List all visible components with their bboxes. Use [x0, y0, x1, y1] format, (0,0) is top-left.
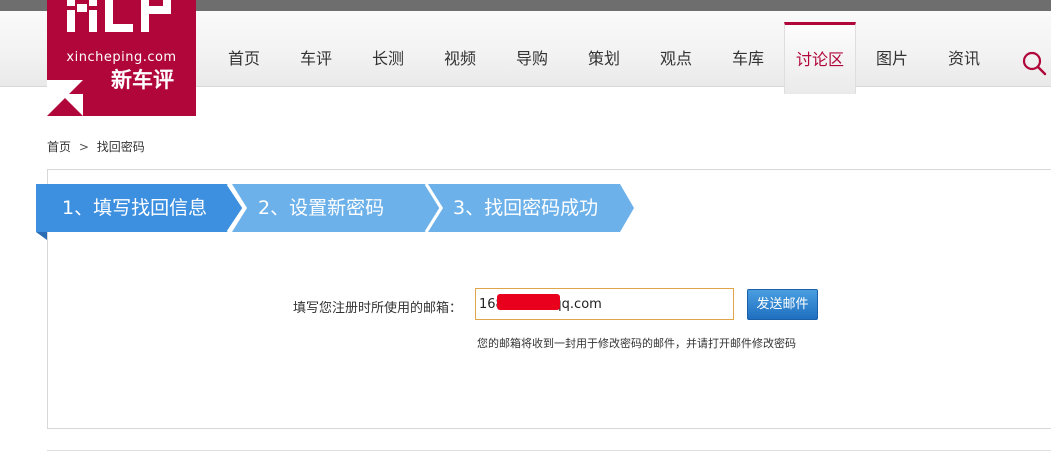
nav-item-10[interactable]: 资讯	[928, 22, 1000, 97]
nav-item-9[interactable]: 图片	[856, 22, 928, 97]
breadcrumb-separator: >	[78, 140, 89, 154]
nav-item-3[interactable]: 视频	[424, 22, 496, 97]
step-3-label: 3、找回密码成功	[453, 197, 599, 219]
nav-item-7[interactable]: 车库	[712, 22, 784, 97]
logo-name: 新车评	[111, 68, 174, 92]
nav-item-0[interactable]: 首页	[208, 22, 280, 97]
nav-item-5[interactable]: 策划	[568, 22, 640, 97]
search-icon[interactable]	[1021, 50, 1047, 76]
site-logo[interactable]: xincheping.com 新车评	[47, 0, 196, 116]
nav-item-1[interactable]: 车评	[280, 22, 352, 97]
logo-domain: xincheping.com	[66, 50, 177, 65]
step-1-fold	[36, 232, 47, 240]
step-progress: 1、填写找回信息 2、设置新密码 3、找回密码成功	[36, 184, 636, 240]
step-1-label: 1、填写找回信息	[62, 197, 208, 219]
redaction-mark	[497, 294, 560, 310]
nav-item-2[interactable]: 长测	[352, 22, 424, 97]
send-email-button[interactable]: 发送邮件	[747, 289, 818, 320]
nav-item-6[interactable]: 观点	[640, 22, 712, 97]
bottom-divider	[47, 450, 1051, 451]
breadcrumb: 首页 > 找回密码	[47, 138, 145, 155]
email-label: 填写您注册时所使用的邮箱：	[293, 301, 463, 316]
step-2-label: 2、设置新密码	[258, 197, 385, 219]
nav-item-4[interactable]: 导购	[496, 22, 568, 97]
main-nav: 首页 车评 长测 视频 导购 策划 观点 车库 讨论区 图片 资讯	[208, 22, 1000, 97]
nav-item-8[interactable]: 讨论区	[784, 22, 856, 94]
breadcrumb-current: 找回密码	[96, 140, 145, 154]
logo-corner-mark	[47, 80, 83, 116]
logo-mark-glyphs	[67, 0, 171, 32]
breadcrumb-home-link[interactable]: 首页	[47, 138, 71, 155]
email-hint: 您的邮箱将收到一封用于修改密码的邮件，并请打开邮件修改密码	[477, 337, 796, 350]
